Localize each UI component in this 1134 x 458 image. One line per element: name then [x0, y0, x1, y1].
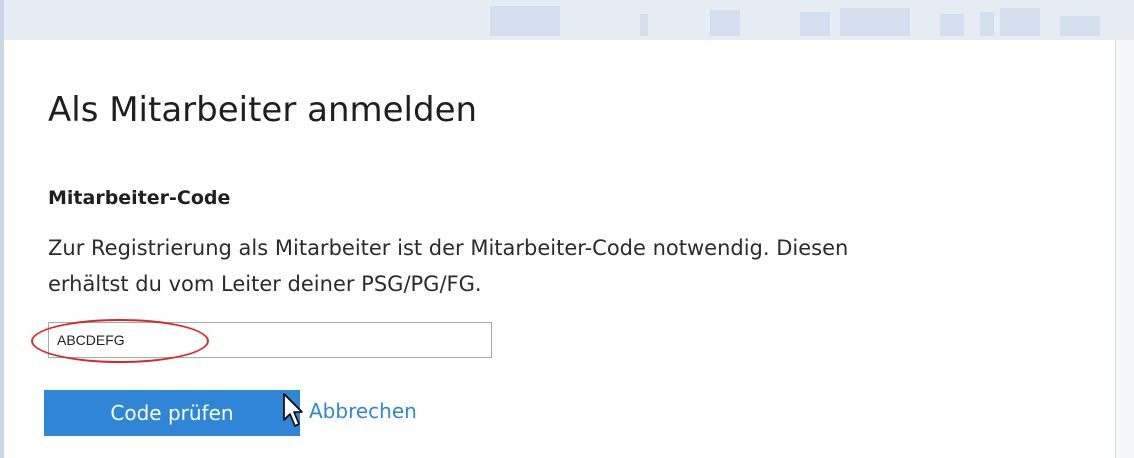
login-dialog: Als Mitarbeiter anmelden Mitarbeiter-Cod… — [4, 40, 1115, 458]
page: Als Mitarbeiter anmelden Mitarbeiter-Cod… — [0, 0, 1134, 458]
cancel-link[interactable]: Abbrechen — [309, 399, 417, 423]
mouse-pointer-icon — [283, 393, 303, 427]
right-edge — [1115, 40, 1134, 458]
description-line-2: erhältst du vom Leiter deiner PSG/PG/FG. — [48, 272, 482, 296]
description-line-1: Zur Registrierung als Mitarbeiter ist de… — [48, 236, 849, 260]
employee-code-label: Mitarbeiter-Code — [48, 187, 231, 209]
dialog-title: Als Mitarbeiter anmelden — [48, 90, 478, 130]
header-banner — [0, 0, 1134, 40]
employee-code-input[interactable] — [48, 322, 492, 358]
check-code-button[interactable]: Code prüfen — [44, 390, 300, 436]
employee-code-description: Zur Registrierung als Mitarbeiter ist de… — [48, 230, 1068, 302]
